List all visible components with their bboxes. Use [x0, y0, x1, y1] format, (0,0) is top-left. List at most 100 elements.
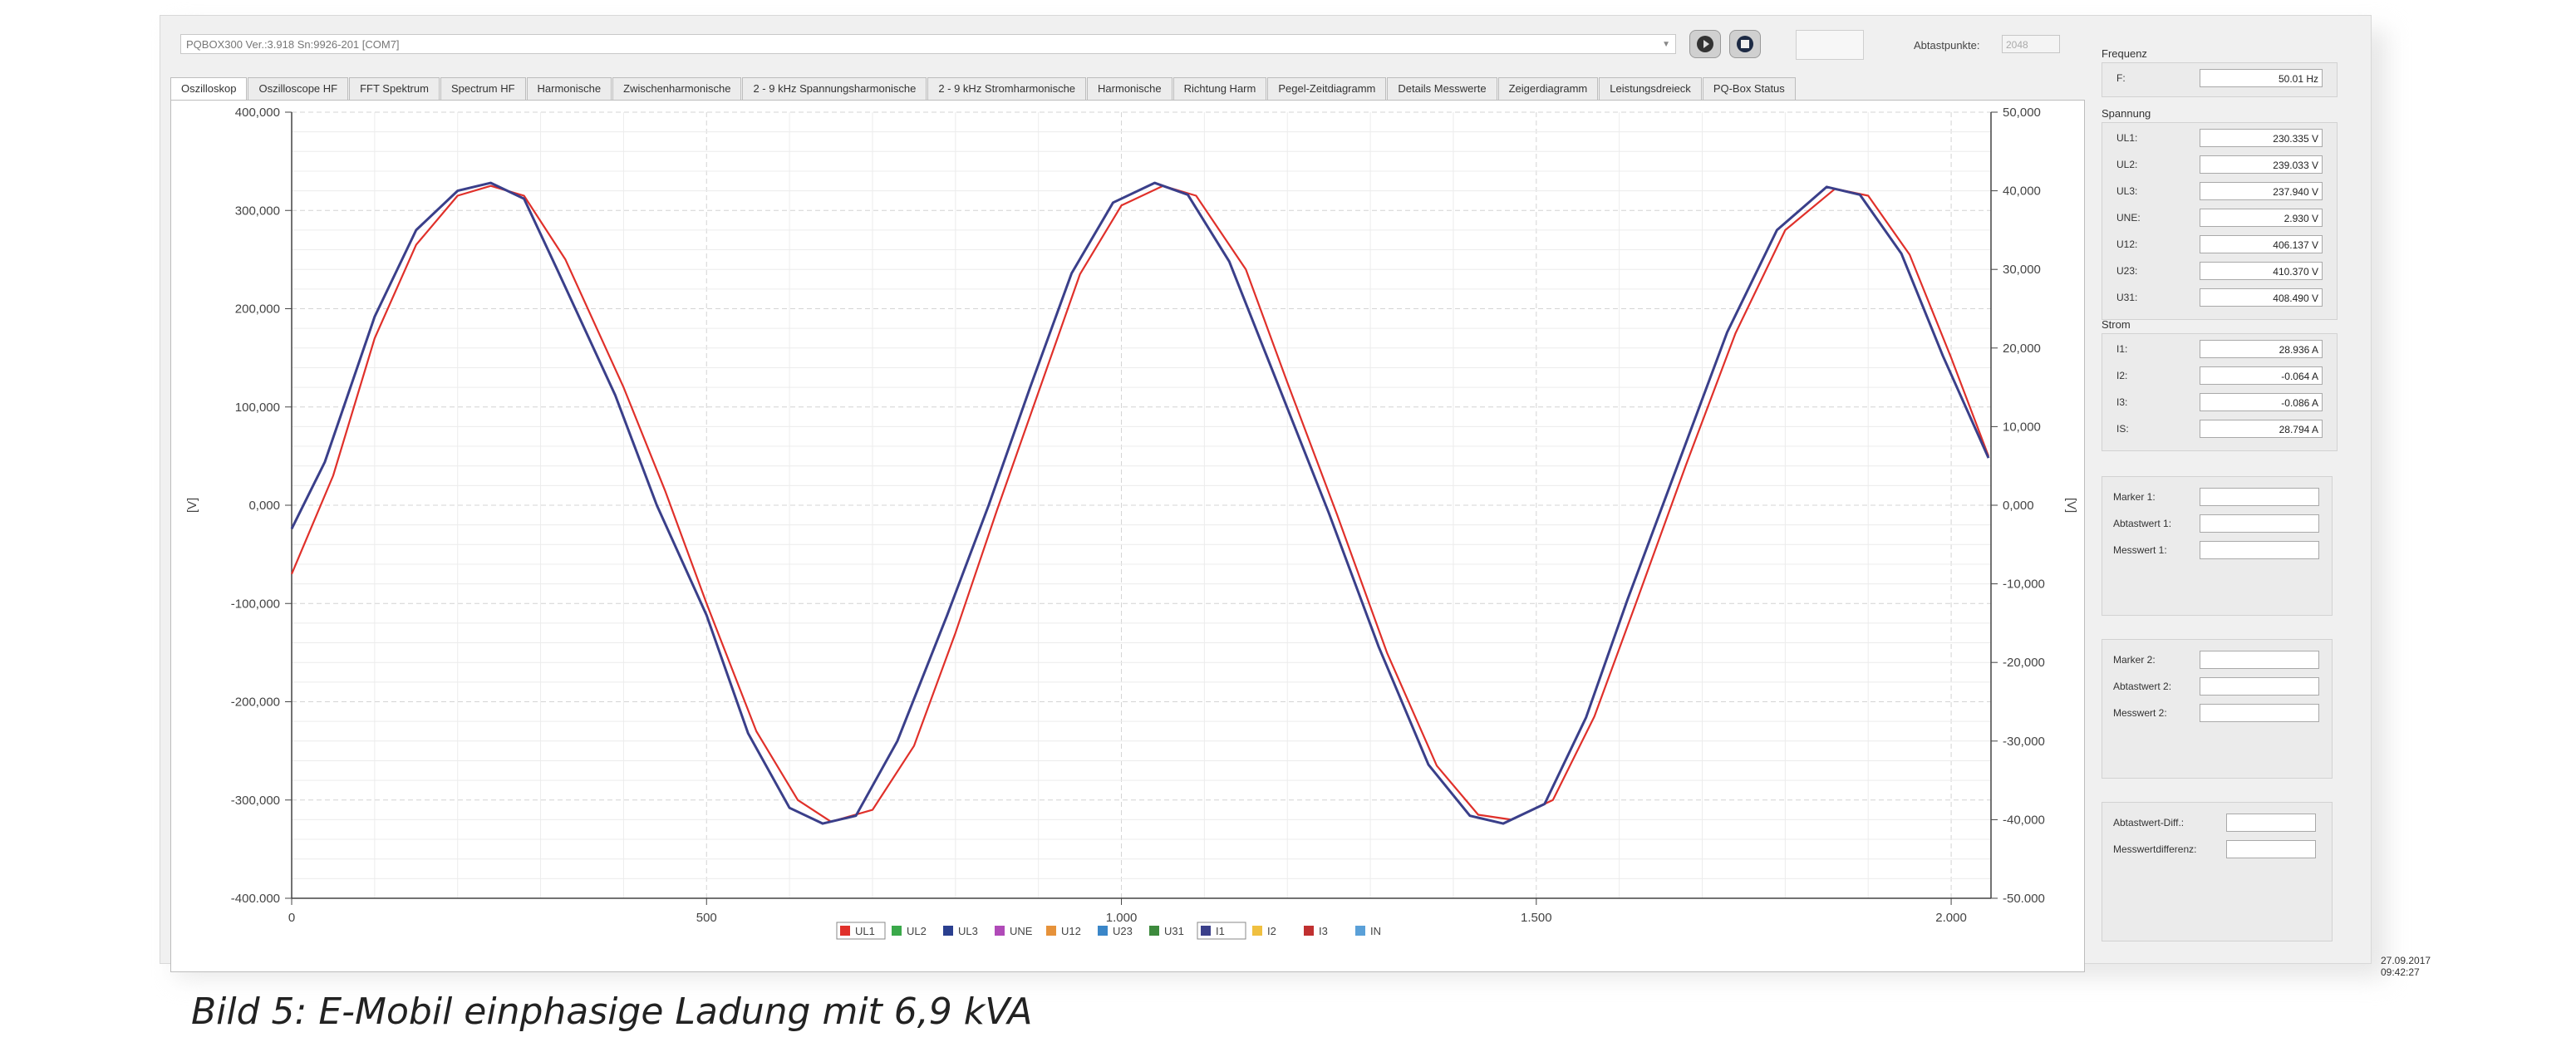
legend-item-u31: U31 — [1149, 925, 1184, 937]
legend-label: I2 — [1267, 925, 1276, 937]
voltage-label: U23: — [2116, 265, 2138, 277]
voltage-label: U12: — [2116, 238, 2138, 250]
marker2-input[interactable] — [2200, 677, 2319, 696]
timestamp: 27.09.2017 09:42:27 — [2381, 955, 2431, 978]
tab-pegel-zeitdiagramm[interactable]: Pegel-Zeitdiagramm — [1267, 77, 1387, 100]
tab-harmonische[interactable]: Harmonische — [1087, 77, 1172, 100]
series-line-i1 — [290, 181, 1990, 825]
diff-label: Abtastwert-Diff.: — [2113, 817, 2185, 828]
y-tick-label-right: 20,000 — [2003, 342, 2041, 356]
legend-swatch — [1252, 926, 1262, 936]
y-tick-label-right: -20,000 — [2003, 656, 2045, 670]
legend-item-i2: I2 — [1252, 925, 1276, 937]
series-line-ul1 — [290, 184, 1990, 823]
frequency-value: 50.01 Hz — [2200, 69, 2323, 87]
legend-item-i3: I3 — [1304, 925, 1328, 937]
tab-leistungsdreieck[interactable]: Leistungsdreieck — [1599, 77, 1702, 100]
marker2-input[interactable] — [2200, 704, 2319, 722]
legend-label: I1 — [1216, 925, 1225, 937]
legend-label: U12 — [1061, 925, 1081, 937]
device-select-value: PQBOX300 Ver.:3.918 Sn:9926-201 [COM7] — [186, 38, 400, 51]
diff-label: Messwertdifferenz: — [2113, 843, 2197, 855]
tab-2-9-khz-spannungsharmonische[interactable]: 2 - 9 kHz Spannungsharmonische — [742, 77, 927, 100]
legend-label: U23 — [1113, 925, 1133, 937]
legend-item-in: IN — [1355, 925, 1381, 937]
tab-details-messwerte[interactable]: Details Messwerte — [1387, 77, 1497, 100]
x-tick-label: 0 — [288, 911, 295, 925]
legend-item-u23: U23 — [1098, 925, 1133, 937]
y-tick-label-right: 50,000 — [2003, 106, 2041, 120]
voltage-label: UL1: — [2116, 132, 2138, 144]
marker1-input[interactable] — [2200, 514, 2319, 533]
legend-label: UL1 — [855, 925, 875, 937]
marker1-label: Marker 1: — [2113, 491, 2156, 503]
legend-swatch — [1304, 926, 1314, 936]
y-tick-label-right: 0,000 — [2003, 499, 2034, 513]
y-tick-label-right: -50.000 — [2003, 892, 2045, 906]
current-label: I2: — [2116, 370, 2128, 381]
y-tick-label-left: 300,000 — [235, 204, 280, 218]
current-value: -0.064 A — [2200, 366, 2323, 385]
tab-oszilloskop[interactable]: Oszilloskop — [170, 77, 248, 101]
voltage-label: UL3: — [2116, 185, 2138, 197]
voltage-value: 406.137 V — [2200, 235, 2323, 253]
legend-swatch — [892, 926, 902, 936]
sample-points-select[interactable]: 2048 — [2002, 35, 2060, 53]
legend-item-u12: U12 — [1046, 925, 1081, 937]
marker1-label: Messwert 1: — [2113, 544, 2167, 556]
right-axis-label: [V] — [2064, 498, 2078, 513]
start-button[interactable] — [1689, 30, 1721, 58]
marker2-input[interactable] — [2200, 651, 2319, 669]
tab-fft-spektrum[interactable]: FFT Spektrum — [349, 77, 440, 100]
voltage-label: UL2: — [2116, 159, 2138, 170]
current-value: 28.936 A — [2200, 340, 2323, 358]
blank-button[interactable] — [1796, 30, 1864, 60]
y-tick-label-left: 0,000 — [248, 499, 280, 513]
legend-item-une: UNE — [995, 925, 1033, 937]
legend-item-i1: I1 — [1197, 922, 1246, 940]
tab-2-9-khz-stromharmonische[interactable]: 2 - 9 kHz Stromharmonische — [927, 77, 1087, 100]
tab-zwischenharmonische[interactable]: Zwischenharmonische — [612, 77, 742, 100]
toolbar: PQBOX300 Ver.:3.918 Sn:9926-201 [COM7] ▼… — [160, 16, 2105, 66]
x-tick-label: 2.000 — [1935, 911, 1967, 925]
voltage-value: 239.033 V — [2200, 155, 2323, 174]
legend-swatch — [840, 926, 850, 936]
current-label: I1: — [2116, 343, 2128, 355]
y-tick-label-right: 40,000 — [2003, 184, 2041, 199]
tab-bar: Oszilloskop Oszilloscope HF FFT Spektrum Sp… — [170, 77, 1797, 101]
tab-oszilloscope-hf[interactable]: Oszilloscope HF — [248, 77, 349, 100]
voltage-value: 230.335 V — [2200, 129, 2323, 147]
legend-label: I3 — [1319, 925, 1328, 937]
tab-harmonische[interactable]: Harmonische — [526, 77, 612, 100]
legend-swatch — [1098, 926, 1108, 936]
legend-item-ul1: UL1 — [836, 922, 886, 940]
device-select[interactable]: PQBOX300 Ver.:3.918 Sn:9926-201 [COM7] ▼ — [180, 34, 1676, 54]
y-tick-label-left: 400,000 — [235, 106, 280, 120]
legend-swatch — [943, 926, 953, 936]
legend-item-ul2: UL2 — [892, 925, 927, 937]
tab-pq-box-status[interactable]: PQ-Box Status — [1702, 77, 1796, 100]
voltage-value: 410.370 V — [2200, 262, 2323, 280]
marker2-label: Abtastwert 2: — [2113, 681, 2172, 692]
y-tick-label-left: -300,000 — [231, 794, 280, 808]
frequency-label: F: — [2116, 72, 2126, 84]
marker1-input[interactable] — [2200, 541, 2319, 559]
marker1-label: Abtastwert 1: — [2113, 518, 2172, 529]
sample-points-value: 2048 — [2006, 39, 2028, 51]
tab-zeigerdiagramm[interactable]: Zeigerdiagramm — [1497, 77, 1599, 100]
diff-input[interactable] — [2226, 814, 2316, 832]
tab-spectrum-hf[interactable]: Spectrum HF — [440, 77, 526, 100]
legend-label: U31 — [1164, 925, 1184, 937]
marker1-input[interactable] — [2200, 488, 2319, 506]
marker2-label: Messwert 2: — [2113, 707, 2167, 719]
diff-input[interactable] — [2226, 840, 2316, 858]
stop-icon — [1737, 36, 1753, 52]
legend-swatch — [1149, 926, 1159, 936]
tab-richtung-harm[interactable]: Richtung Harm — [1172, 77, 1267, 100]
legend-swatch — [1046, 926, 1056, 936]
stop-button[interactable] — [1729, 30, 1761, 58]
legend-swatch — [1201, 926, 1211, 936]
voltage-value: 408.490 V — [2200, 288, 2323, 307]
chevron-down-icon: ▼ — [1662, 40, 1670, 49]
oscilloscope-plot[interactable]: 400,000 300,000 200,000 100,000 0,000 -100,00… — [170, 100, 2085, 972]
